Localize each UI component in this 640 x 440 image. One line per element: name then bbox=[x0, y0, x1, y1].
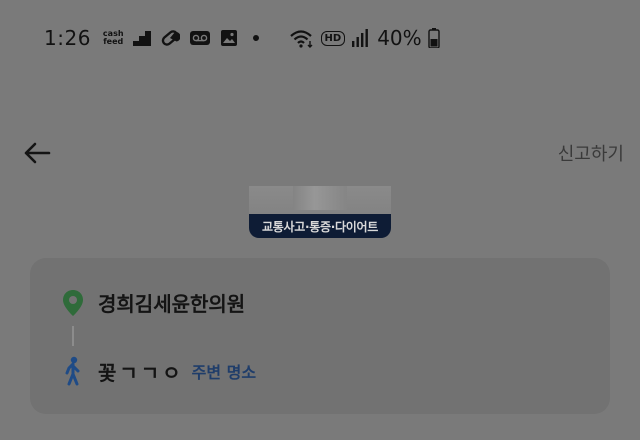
stairs-icon bbox=[132, 31, 151, 46]
back-button[interactable] bbox=[22, 138, 52, 168]
destination-name: 꽃ㄱㄱㅇ bbox=[98, 360, 184, 385]
nearby-places-link[interactable]: 주변 명소 bbox=[192, 359, 256, 383]
arrow-left-icon bbox=[24, 142, 51, 164]
route-connector bbox=[72, 326, 74, 346]
cashfeed-icon: cash feed bbox=[103, 30, 124, 46]
thumbnail-caption: 교통사고·통증·다이어트 bbox=[249, 214, 391, 238]
status-time: 1:26 bbox=[44, 26, 91, 50]
route-card: 경희김세윤한의원 꽃ㄱㄱㅇ 주변 명소 bbox=[30, 258, 610, 414]
battery-icon bbox=[427, 28, 440, 48]
walking-person-icon bbox=[65, 356, 80, 386]
notification-icons: cash feed bbox=[103, 29, 259, 47]
voicemail-icon bbox=[189, 31, 210, 45]
status-bar: 1:26 cash feed HD 40% bbox=[0, 0, 640, 76]
destination-row[interactable]: 꽃ㄱㄱㅇ 주변 명소 bbox=[62, 356, 256, 386]
pill-icon bbox=[161, 30, 180, 46]
thumbnail-photo bbox=[293, 186, 347, 210]
app-header: 신고하기 bbox=[0, 128, 640, 178]
system-icons: HD 40% bbox=[289, 26, 440, 50]
clinic-thumbnail[interactable]: 교통사고·통증·다이어트 bbox=[249, 186, 391, 238]
gallery-icon bbox=[220, 30, 237, 46]
map-pin-icon bbox=[63, 289, 83, 316]
wifi-icon bbox=[289, 30, 313, 48]
cashfeed-line2: feed bbox=[103, 37, 124, 46]
battery-percent: 40% bbox=[377, 26, 422, 50]
origin-row[interactable]: 경희김세윤한의원 bbox=[62, 288, 245, 317]
hd-voice-badge: HD bbox=[320, 30, 346, 46]
origin-name: 경희김세윤한의원 bbox=[98, 292, 246, 316]
report-button[interactable]: 신고하기 bbox=[558, 140, 624, 166]
more-notifications-dot bbox=[252, 35, 259, 41]
signal-icon bbox=[352, 29, 369, 47]
